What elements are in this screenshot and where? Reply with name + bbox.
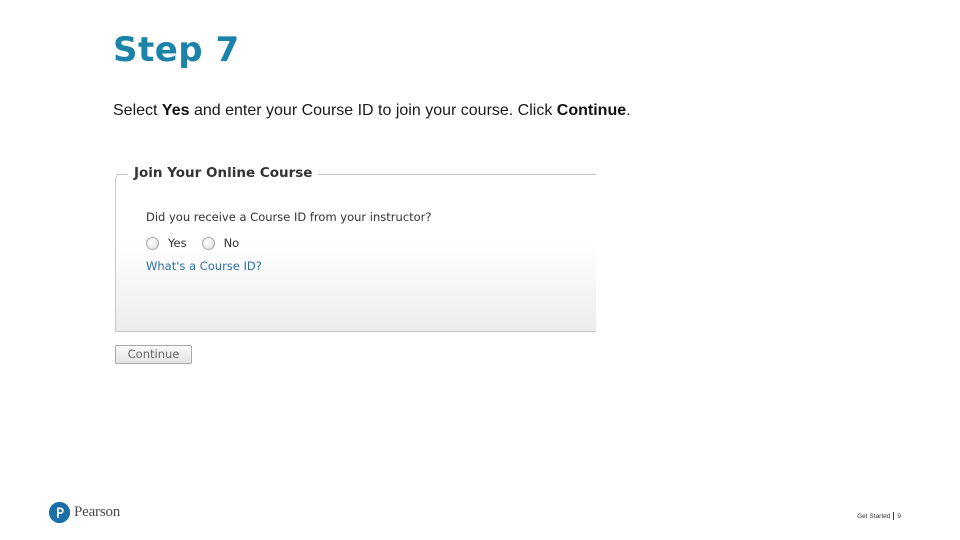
- no-radio-label[interactable]: No: [224, 236, 240, 250]
- instruction-part-1: Select: [113, 102, 162, 119]
- slide: Step 7 Select Yes and enter your Course …: [0, 0, 960, 540]
- instruction-continue: Continue: [556, 102, 627, 119]
- pearson-logo-icon: [49, 502, 70, 523]
- join-course-panel: Join Your Online Course Did you receive …: [115, 165, 596, 332]
- instruction-part-2: and enter your Course ID to join your co…: [189, 102, 557, 119]
- instruction-text: Select Yes and enter your Course ID to j…: [113, 100, 631, 122]
- no-radio[interactable]: [201, 236, 215, 250]
- pearson-wordmark: Pearson: [74, 504, 121, 520]
- continue-button[interactable]: Continue: [115, 345, 192, 364]
- footer-section: Get Started: [857, 512, 891, 520]
- panel-border: [116, 174, 128, 175]
- yes-radio-label[interactable]: Yes: [168, 236, 187, 250]
- whats-course-id-link[interactable]: What's a Course ID?: [146, 259, 262, 273]
- course-id-radio-group: Yes No: [146, 236, 254, 250]
- footer-separator: [893, 512, 895, 520]
- slide-title: Step 7: [113, 30, 240, 70]
- course-id-question: Did you receive a Course ID from your in…: [146, 210, 432, 224]
- instruction-part-3: .: [626, 102, 631, 119]
- panel-legend: Join Your Online Course: [134, 165, 319, 181]
- panel-border: [310, 174, 596, 175]
- instruction-yes: Yes: [161, 102, 190, 119]
- footer-page-number: 9: [897, 512, 901, 520]
- footer-page-info: Get Started 9: [857, 512, 901, 520]
- pearson-logo: Pearson: [49, 502, 120, 523]
- yes-radio[interactable]: [146, 236, 159, 250]
